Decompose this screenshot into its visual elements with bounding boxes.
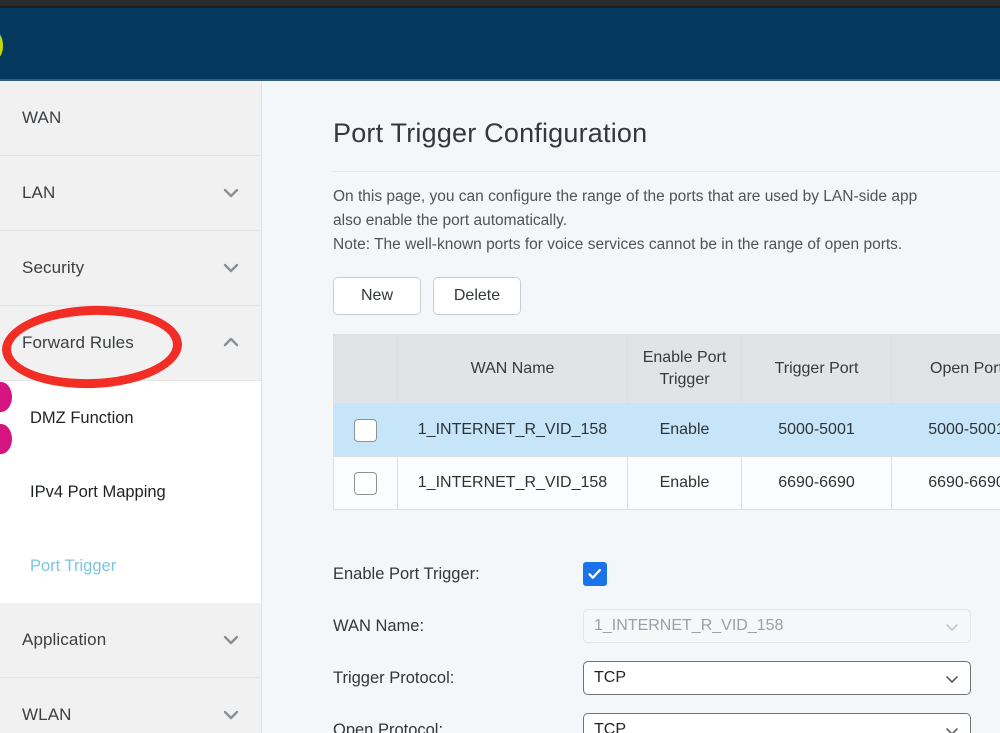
title-divider: [333, 171, 1000, 172]
chevron-down-icon: [221, 258, 241, 278]
row-select-cell[interactable]: [333, 403, 398, 457]
table-header: WAN Name Enable Port Trigger Trigger Por…: [333, 334, 1000, 404]
label-trigger-protocol: Trigger Protocol:: [333, 668, 455, 687]
enable-port-trigger-checkbox[interactable]: [583, 562, 607, 586]
row-checkbox[interactable]: [354, 471, 377, 495]
description-line-2: also enable the port automatically.: [333, 212, 568, 229]
chevron-down-icon: [944, 619, 960, 640]
page-title: Port Trigger Configuration: [333, 118, 648, 148]
table-header-row: WAN Name Enable Port Trigger Trigger Por…: [333, 334, 1000, 404]
description-line-3: Note: The well-known ports for voice ser…: [333, 236, 903, 253]
page-description: On this page, you can configure the rang…: [333, 185, 1000, 257]
chevron-down-icon: [944, 671, 960, 692]
column-header-line-1: Enable Port: [642, 349, 727, 366]
label-wan-name: WAN Name:: [333, 616, 425, 635]
cell-open-port: 6690-6690: [891, 456, 1000, 510]
delete-button[interactable]: Delete: [433, 277, 521, 315]
sidebar-item-ipv4-port-mapping[interactable]: IPv4 Port Mapping: [0, 455, 261, 529]
trigger-protocol-select-value: TCP: [594, 669, 626, 686]
form-row-trigger-protocol: Trigger Protocol: TCP: [333, 652, 993, 704]
sidebar-item-wan[interactable]: WAN: [0, 81, 261, 156]
sidebar-item-lan[interactable]: LAN: [0, 156, 261, 231]
control-trigger-protocol: TCP: [583, 661, 993, 695]
port-trigger-table: WAN Name Enable Port Trigger Trigger Por…: [333, 334, 1000, 510]
control-wan-name: 1_INTERNET_R_VID_158: [583, 609, 993, 643]
open-protocol-select-value: TCP: [594, 721, 626, 733]
column-header-trigger-port: Trigger Port: [741, 334, 892, 404]
column-header-line-2: Trigger: [659, 371, 710, 388]
cell-enable-port-trigger: Enable: [627, 403, 742, 457]
cell-wan-name: 1_INTERNET_R_VID_158: [397, 403, 628, 457]
sidebar-item-application[interactable]: Application: [0, 603, 261, 678]
new-button[interactable]: New: [333, 277, 421, 315]
main-content: Port Trigger Configuration On this page,…: [262, 81, 1000, 733]
sidebar-submenu-forward-rules: DMZ Function IPv4 Port Mapping Port Trig…: [0, 381, 261, 603]
cell-trigger-port: 6690-6690: [741, 456, 892, 510]
row-select-cell[interactable]: [333, 456, 398, 510]
column-header-open-port: Open Port: [891, 334, 1000, 404]
port-trigger-table-wrapper: WAN Name Enable Port Trigger Trigger Por…: [333, 334, 1000, 510]
sidebar-item-forward-rules[interactable]: Forward Rules: [0, 306, 261, 381]
sidebar-item-port-trigger[interactable]: Port Trigger: [0, 529, 261, 603]
form-row-wan-name: WAN Name: 1_INTERNET_R_VID_158: [333, 600, 993, 652]
chevron-up-icon: [221, 333, 241, 353]
sidebar-item-label: Application: [22, 630, 107, 649]
chevron-down-icon: [221, 183, 241, 203]
wan-name-select-value: 1_INTERNET_R_VID_158: [594, 617, 784, 634]
chevron-down-icon: [221, 630, 241, 650]
sidebar-item-label: WAN: [22, 108, 62, 127]
table-toolbar: New Delete: [333, 277, 521, 315]
wan-name-select: 1_INTERNET_R_VID_158: [583, 609, 971, 643]
table-row[interactable]: 1_INTERNET_R_VID_158 Enable 5000-5001 50…: [333, 403, 1000, 457]
sidebar-item-label: Forward Rules: [22, 333, 134, 352]
cell-trigger-port: 5000-5001: [741, 403, 892, 457]
description-line-1: On this page, you can configure the rang…: [333, 188, 918, 205]
sidebar-item-label: Security: [22, 258, 85, 277]
sidebar-item-label: LAN: [22, 183, 56, 202]
app-header: [0, 8, 1000, 81]
browser-chrome-strip: [0, 0, 1000, 8]
company-logo-icon: [0, 28, 12, 62]
port-trigger-form: Enable Port Trigger: WAN Name: 1_INTERNE…: [333, 548, 993, 733]
row-checkbox[interactable]: [354, 418, 377, 442]
open-protocol-select[interactable]: TCP: [583, 713, 971, 733]
sidebar-item-label: WLAN: [22, 705, 72, 724]
label-open-protocol: Open Protocol:: [333, 720, 444, 733]
sidebar-nav: WAN LAN Security Forward Rules DMZ Funct…: [0, 81, 262, 733]
trigger-protocol-select[interactable]: TCP: [583, 661, 971, 695]
cell-wan-name: 1_INTERNET_R_VID_158: [397, 456, 628, 510]
table-row[interactable]: 1_INTERNET_R_VID_158 Enable 6690-6690 66…: [333, 456, 1000, 510]
column-header-select: [333, 334, 398, 404]
chevron-down-icon: [221, 705, 241, 725]
browser-window: WAN LAN Security Forward Rules DMZ Funct…: [0, 0, 1000, 733]
column-header-wan-name: WAN Name: [397, 334, 628, 404]
cell-open-port: 5000-5001: [891, 403, 1000, 457]
sidebar-item-security[interactable]: Security: [0, 231, 261, 306]
chevron-down-icon: [944, 723, 960, 733]
label-enable-port-trigger: Enable Port Trigger:: [333, 564, 480, 583]
column-header-enable-port-trigger: Enable Port Trigger: [627, 334, 742, 404]
table-body: 1_INTERNET_R_VID_158 Enable 5000-5001 50…: [333, 403, 1000, 510]
sidebar-item-dmz-function[interactable]: DMZ Function: [0, 381, 261, 455]
form-row-open-protocol: Open Protocol: TCP: [333, 704, 993, 733]
form-row-enable-port-trigger: Enable Port Trigger:: [333, 548, 993, 600]
cell-enable-port-trigger: Enable: [627, 456, 742, 510]
control-enable-port-trigger: [583, 562, 993, 586]
sidebar-item-wlan[interactable]: WLAN: [0, 678, 261, 733]
control-open-protocol: TCP: [583, 713, 993, 733]
